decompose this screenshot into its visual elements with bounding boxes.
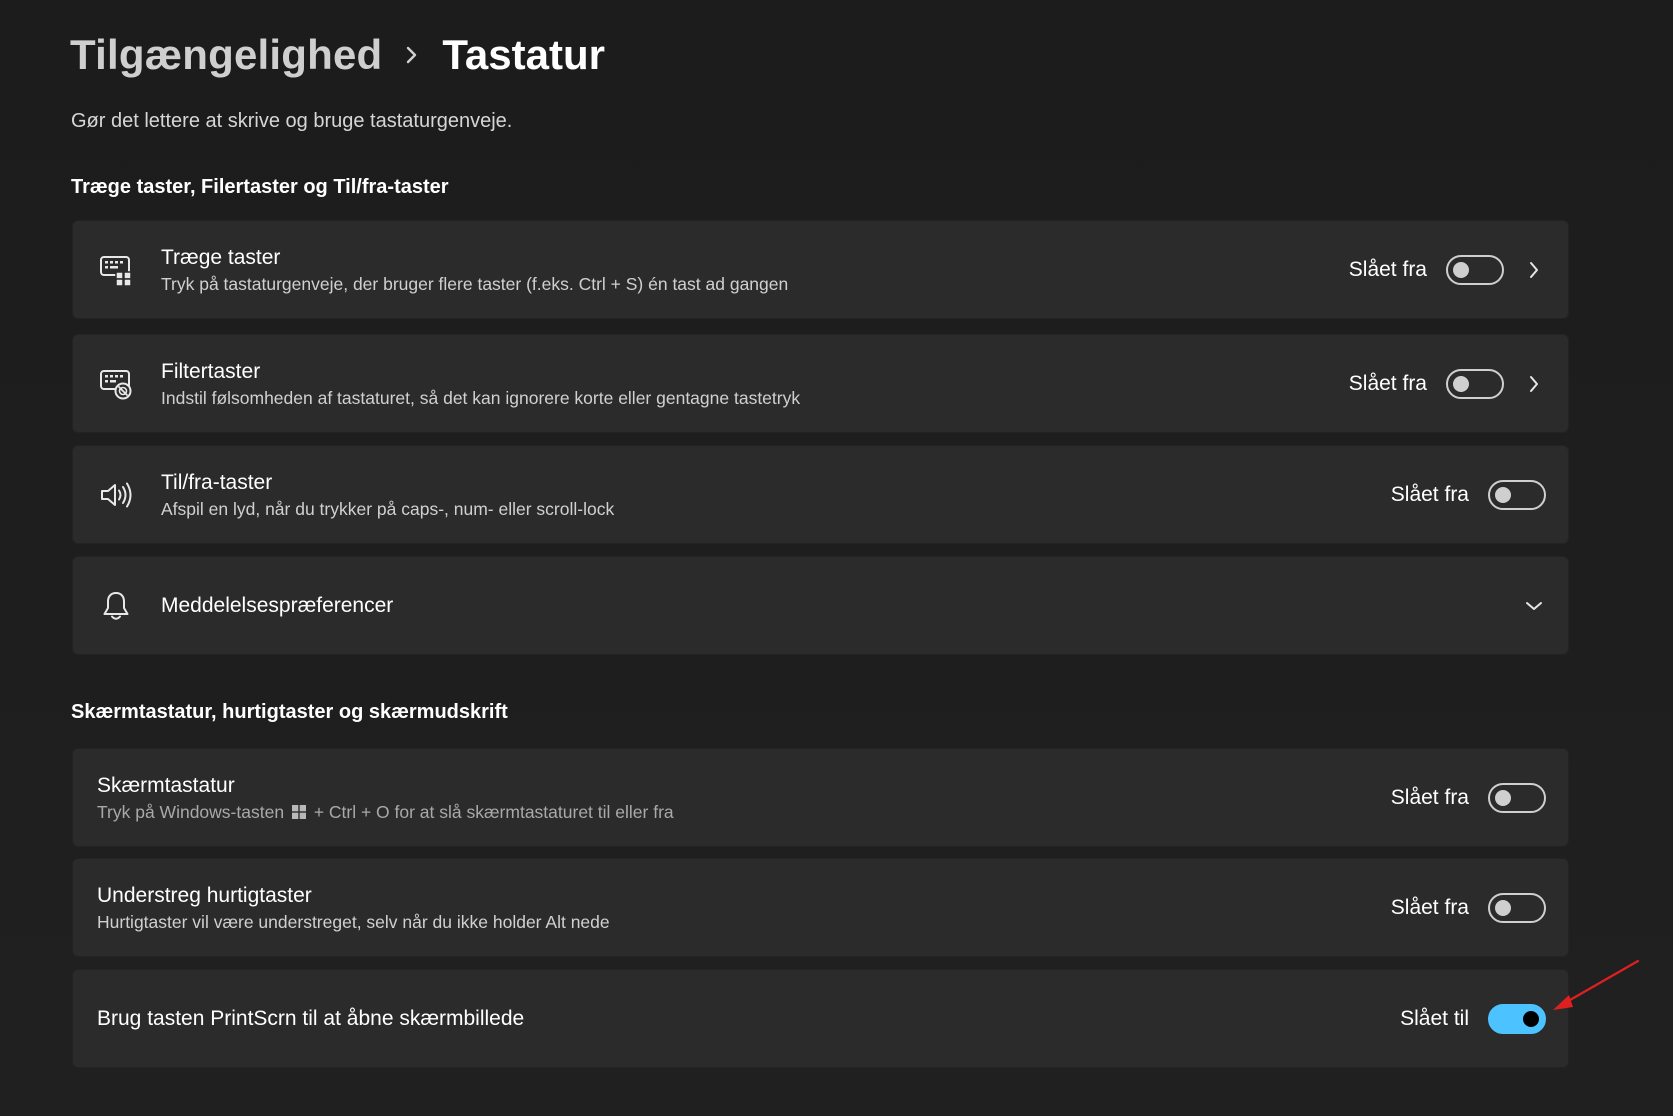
printscrn-title: Brug tasten PrintScrn til at åbne skærmb… <box>97 1006 525 1030</box>
toggle-knob <box>1495 486 1511 503</box>
filter-keys-texts: Filtertaster Indstil følsomheden af tast… <box>161 358 800 410</box>
filter-keys-title: Filtertaster <box>161 359 261 383</box>
printscrn-card[interactable]: Brug tasten PrintScrn til at åbne skærmb… <box>72 969 1569 1068</box>
notification-preferences-title: Meddelelsespræferencer <box>161 593 394 617</box>
underline-access-keys-state-label: Slået fra <box>1390 895 1469 919</box>
breadcrumb-chevron-icon <box>382 26 442 84</box>
toggle-knob <box>1453 261 1469 278</box>
printscrn-state-label: Slået til <box>1400 1006 1469 1030</box>
onscreen-keyboard-controls: Slået fra <box>1390 782 1546 813</box>
toggle-knob <box>1453 375 1469 392</box>
chevron-right-icon[interactable] <box>1522 258 1546 282</box>
filter-keys-toggle[interactable] <box>1446 368 1504 399</box>
filter-keys-controls: Slået fra <box>1348 368 1546 399</box>
notification-preferences-controls <box>1504 594 1546 618</box>
chevron-down-icon[interactable] <box>1522 594 1546 618</box>
underline-access-keys-description: Hurtigtaster vil være understreget, selv… <box>97 911 610 932</box>
toggle-keys-texts: Til/fra-taster Afspil en lyd, når du try… <box>161 469 614 521</box>
sticky-keys-state-label: Slået fra <box>1348 257 1427 281</box>
filter-keys-description: Indstil følsomheden af tastaturet, så de… <box>161 387 801 408</box>
onscreen-keyboard-texts: Skærmtastatur Tryk på Windows-tasten + C… <box>97 772 674 824</box>
sticky-keys-card[interactable]: Træge taster Tryk på tastaturgenveje, de… <box>72 220 1569 319</box>
toggle-keys-controls: Slået fra <box>1390 479 1546 510</box>
printscrn-texts: Brug tasten PrintScrn til at åbne skærmb… <box>97 1005 524 1033</box>
sticky-keys-title: Træge taster <box>161 245 281 269</box>
sticky-keys-toggle[interactable] <box>1446 254 1504 285</box>
speaker-icon <box>97 476 135 514</box>
underline-access-keys-texts: Understreg hurtigtaster Hurtigtaster vil… <box>97 882 610 934</box>
bell-icon <box>97 587 135 625</box>
onscreen-keyboard-description-part2: + Ctrl + O for at slå skærmtastaturet ti… <box>313 801 674 822</box>
underline-access-keys-title: Understreg hurtigtaster <box>97 883 312 907</box>
toggle-keys-state-label: Slået fra <box>1390 482 1469 506</box>
printscrn-toggle[interactable] <box>1488 1003 1546 1034</box>
sticky-keys-texts: Træge taster Tryk på tastaturgenveje, de… <box>161 244 788 296</box>
breadcrumb: Tilgængelighed Tastatur <box>70 26 605 84</box>
onscreen-keyboard-description: Tryk på Windows-tasten + Ctrl + O for at… <box>97 800 674 824</box>
toggle-knob <box>1495 899 1511 916</box>
filter-keys-state-label: Slået fra <box>1348 371 1427 395</box>
onscreen-keyboard-toggle[interactable] <box>1488 782 1546 813</box>
toggle-keys-title: Til/fra-taster <box>161 470 273 494</box>
chevron-right-icon[interactable] <box>1522 372 1546 396</box>
section-title-sticky-filter-toggle: Træge taster, Filertaster og Til/fra-tas… <box>71 176 449 198</box>
underline-access-keys-card[interactable]: Understreg hurtigtaster Hurtigtaster vil… <box>72 858 1569 957</box>
filter-keys-card[interactable]: Filtertaster Indstil følsomheden af tast… <box>72 334 1569 433</box>
section-title-onscreen-keyboard: Skærmtastatur, hurtigtaster og skærmudsk… <box>71 701 508 723</box>
toggle-keys-toggle[interactable] <box>1488 479 1546 510</box>
toggle-knob <box>1523 1010 1539 1027</box>
windows-logo-icon <box>291 804 306 819</box>
onscreen-keyboard-description-part1: Tryk på Windows-tasten <box>97 801 285 822</box>
onscreen-keyboard-card[interactable]: Skærmtastatur Tryk på Windows-tasten + C… <box>72 748 1569 847</box>
underline-access-keys-toggle[interactable] <box>1488 892 1546 923</box>
underline-access-keys-controls: Slået fra <box>1390 892 1546 923</box>
printscrn-controls: Slået til <box>1400 1003 1546 1034</box>
onscreen-keyboard-state-label: Slået fra <box>1390 785 1469 809</box>
sticky-keys-icon <box>97 251 135 289</box>
page-subtitle: Gør det lettere at skrive og bruge tasta… <box>71 110 513 132</box>
filter-keys-icon <box>97 365 135 403</box>
page-title: Tastatur <box>442 31 605 78</box>
red-arrow-icon <box>1553 959 1640 1010</box>
breadcrumb-parent-link[interactable]: Tilgængelighed <box>70 31 382 79</box>
sticky-keys-controls: Slået fra <box>1348 254 1546 285</box>
toggle-keys-description: Afspil en lyd, når du trykker på caps-, … <box>161 498 615 519</box>
onscreen-keyboard-title: Skærmtastatur <box>97 773 235 797</box>
notification-preferences-texts: Meddelelsespræferencer <box>161 592 393 620</box>
sticky-keys-description: Tryk på tastaturgenveje, der bruger fler… <box>161 273 789 294</box>
toggle-knob <box>1495 789 1511 806</box>
notification-preferences-card[interactable]: Meddelelsespræferencer <box>72 556 1569 655</box>
toggle-keys-card[interactable]: Til/fra-taster Afspil en lyd, når du try… <box>72 445 1569 544</box>
